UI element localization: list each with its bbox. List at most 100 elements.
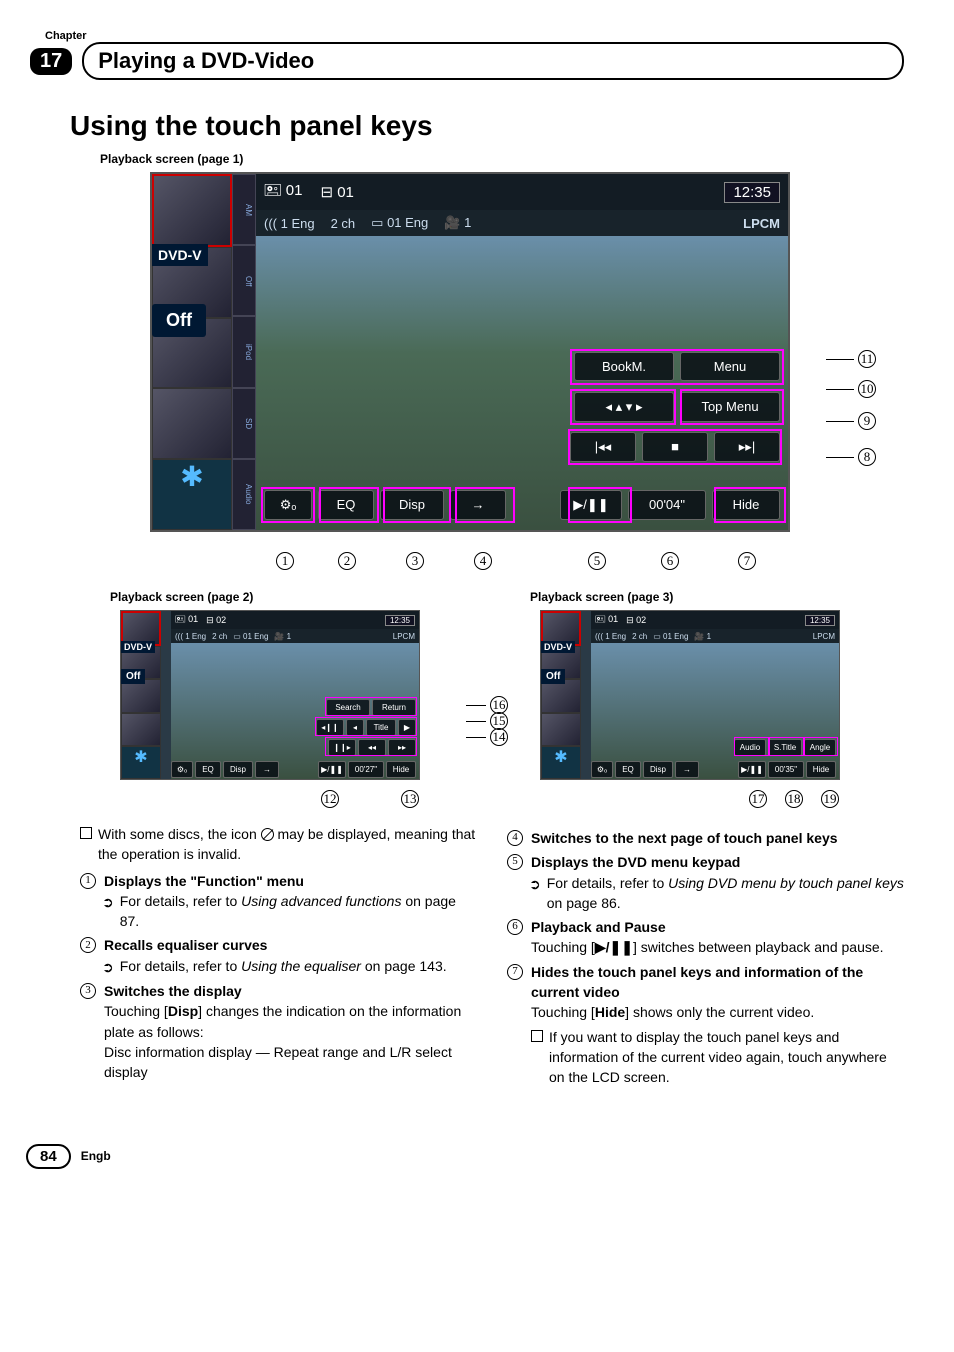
prev-button[interactable]: |◂◂ — [570, 432, 636, 462]
callout-13: 13 — [401, 790, 419, 808]
s3-hide-button[interactable]: Hide — [806, 761, 836, 778]
s2-thumb[interactable]: ✱ — [121, 746, 161, 779]
eq-button[interactable]: EQ — [318, 490, 374, 520]
prohibit-icon — [261, 828, 274, 841]
item-1-sub: For details, refer to Using advanced fun… — [120, 891, 477, 932]
s3-eq-button[interactable]: EQ — [615, 761, 641, 778]
source-sidebar-thumbs: ✱ — [152, 174, 232, 530]
angle-info: 🎥 1 — [444, 215, 471, 231]
refer-icon: ➲ — [102, 957, 114, 977]
source-thumb-dvd[interactable] — [152, 174, 232, 247]
s3-gear-button[interactable]: ⚙ₒ — [591, 761, 613, 778]
audio-button[interactable]: Audio — [734, 739, 766, 756]
s3-thumb[interactable] — [541, 679, 581, 712]
slow-back-button[interactable]: ◂❙❙ — [316, 719, 344, 736]
item-7-title: Hides the touch panel keys and informati… — [531, 962, 904, 1003]
gear-icon: ⚙ₒ — [280, 497, 297, 512]
next-button[interactable]: ▸▸| — [714, 432, 780, 462]
bookmark-button[interactable]: BookM. — [574, 352, 674, 381]
s3-disp-button[interactable]: Disp — [643, 761, 673, 778]
next-page-button[interactable]: → — [450, 490, 506, 520]
s3-clock: 12:35 — [805, 615, 835, 626]
tab-off[interactable]: Off — [232, 245, 256, 316]
callout-4: 4 — [474, 552, 492, 570]
item-3-line2: Disc information display — Repeat range … — [104, 1042, 477, 1083]
callout-10: 10 — [858, 380, 876, 398]
subtitle-button[interactable]: S.Title — [768, 739, 802, 756]
callout-6: 6 — [661, 552, 679, 570]
disc-icon: 🖭 01 — [264, 180, 302, 205]
source-thumb-audio[interactable]: ✱ — [152, 459, 232, 530]
small-screenshots-row: Playback screen (page 2) ✱ 🖭 01 ⊟ 02 12:… — [110, 590, 904, 804]
screenshot-1-wrap: ✱ AM Off iPod SD Audio 🖭 01 ⊟ 01 12:35 (… — [150, 172, 830, 532]
source-thumb-sd[interactable] — [152, 388, 232, 459]
off-label[interactable]: Off — [152, 304, 206, 337]
enum-2: 2 — [80, 937, 96, 953]
top-menu-button[interactable]: Top Menu — [680, 392, 780, 422]
s2-thumb[interactable] — [121, 713, 161, 746]
s2-eq-button[interactable]: EQ — [195, 761, 221, 778]
item-7-line1: Touching [Hide] shows only the current v… — [531, 1002, 904, 1022]
callout-12: 12 — [321, 790, 339, 808]
fast-forward-button[interactable]: ▸▸ — [388, 739, 416, 756]
s3-video[interactable] — [591, 643, 839, 779]
tab-am[interactable]: AM — [232, 174, 256, 245]
s3-codec: LPCM — [813, 632, 835, 641]
return-button[interactable]: Return — [372, 699, 416, 716]
tab-audio[interactable]: Audio — [232, 459, 256, 530]
angle-button[interactable]: Angle — [804, 739, 836, 756]
title-button[interactable]: Title — [366, 719, 396, 736]
chapter-header: 17 Playing a DVD-Video — [30, 42, 904, 80]
callout-18: 18 — [785, 790, 803, 808]
audio-info: ((( 1 Eng — [264, 216, 315, 231]
disp-button[interactable]: Disp — [380, 490, 444, 520]
s2-next-page-button[interactable]: → — [255, 761, 279, 778]
hide-button[interactable]: Hide — [712, 490, 780, 520]
rewind-button[interactable]: ◂◂ — [358, 739, 386, 756]
title-prev-button[interactable]: ◂ — [346, 719, 364, 736]
s3-play-button[interactable]: ▶/❚❚ — [738, 761, 766, 778]
s2-off-label[interactable]: Off — [121, 669, 145, 684]
chapter-number: 17 — [30, 48, 72, 75]
callout-8: 8 — [858, 448, 876, 466]
tab-sd[interactable]: SD — [232, 388, 256, 459]
s3-thumb[interactable]: ✱ — [541, 746, 581, 779]
dvd-label: DVD-V — [152, 244, 208, 266]
s2-gear-button[interactable]: ⚙ₒ — [171, 761, 193, 778]
function-gear-button[interactable]: ⚙ₒ — [264, 490, 312, 520]
s2-disc: 🖭 01 — [175, 612, 198, 628]
step-button[interactable]: ❙❙▸ — [328, 739, 356, 756]
arrow-keypad-button[interactable]: ◂ ▴ ▾ ▸ — [574, 392, 674, 422]
enum-4: 4 — [507, 830, 523, 846]
note-box-icon — [80, 827, 92, 839]
s2-hide-button[interactable]: Hide — [386, 761, 416, 778]
callouts-below-large: 1 2 3 4 5 6 7 — [150, 542, 790, 572]
s2-time: 00'27" — [348, 761, 384, 778]
video-area[interactable] — [256, 236, 788, 530]
enum-1: 1 — [80, 873, 96, 889]
s3-dvd-label: DVD-V — [541, 641, 575, 653]
caption-page1: Playback screen (page 1) — [100, 152, 904, 166]
menu-button[interactable]: Menu — [680, 352, 780, 381]
item-1-title: Displays the "Function" menu — [104, 873, 304, 889]
title-next-button[interactable]: ▶ — [398, 719, 416, 736]
s3-thumb[interactable] — [541, 713, 581, 746]
s2-thumb[interactable] — [121, 679, 161, 712]
callout-9: 9 — [858, 412, 876, 430]
chapter-icon: ⊟ 01 — [320, 183, 353, 201]
refer-icon: ➲ — [529, 874, 541, 914]
s2-disp-button[interactable]: Disp — [223, 761, 253, 778]
play-pause-button[interactable]: ▶/❚❚ — [560, 490, 622, 520]
main-heading: Using the touch panel keys — [70, 110, 904, 142]
search-button[interactable]: Search — [326, 699, 370, 716]
callout-11: 11 — [858, 350, 876, 368]
s2-play-button[interactable]: ▶/❚❚ — [318, 761, 346, 778]
enum-7: 7 — [507, 964, 523, 980]
page-footer: 84 Engb — [26, 1144, 904, 1169]
stop-button[interactable]: ■ — [642, 432, 708, 462]
tab-ipod[interactable]: iPod — [232, 316, 256, 387]
s3-next-page-button[interactable]: → — [675, 761, 699, 778]
s3-off-label[interactable]: Off — [541, 669, 565, 684]
s2-chapter: ⊟ 02 — [206, 615, 226, 626]
refer-icon: ➲ — [102, 892, 114, 932]
